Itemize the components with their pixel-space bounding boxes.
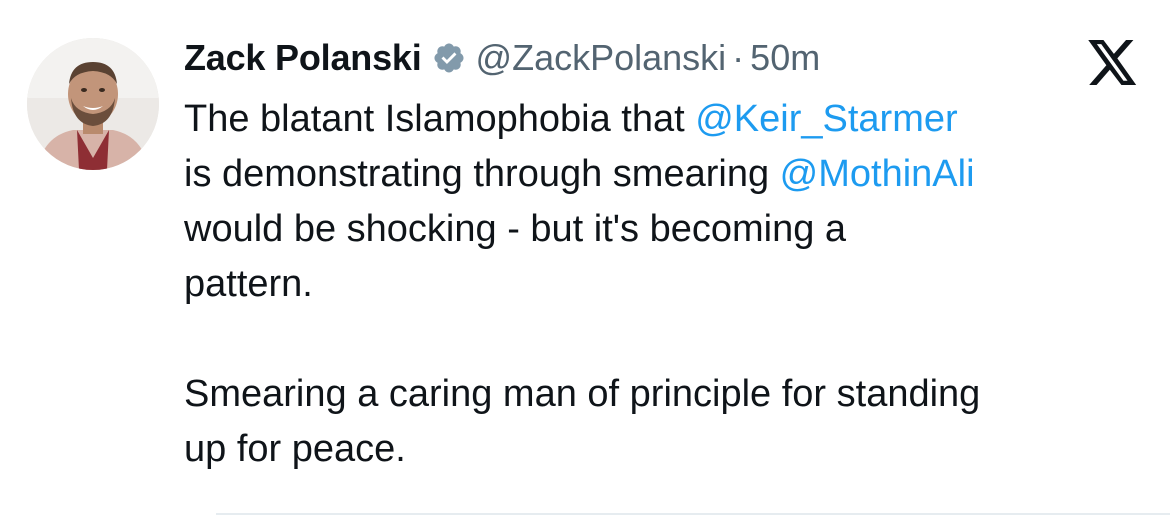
text-line: is demonstrating through smearing @Mothi… bbox=[184, 147, 1144, 202]
mention-link[interactable]: @MothinAli bbox=[780, 153, 975, 195]
author-handle[interactable]: @ZackPolanski bbox=[476, 37, 727, 79]
text-line: would be shocking - but it's becoming a bbox=[184, 208, 847, 250]
avatar[interactable] bbox=[27, 38, 159, 170]
text-line: The blatant Islamophobia that @Keir_Star… bbox=[184, 92, 1144, 147]
mention-link[interactable]: @Keir_Starmer bbox=[695, 98, 957, 140]
tweet-header: Zack Polanski @ZackPolanski · 50m bbox=[184, 34, 820, 82]
x-logo-icon[interactable] bbox=[1087, 40, 1139, 86]
timestamp[interactable]: 50m bbox=[750, 37, 820, 79]
text-line: Smearing a caring man of principle for s… bbox=[184, 373, 981, 415]
text-segment: The blatant Islamophobia that bbox=[184, 98, 696, 140]
text-line: up for peace. bbox=[184, 428, 406, 470]
tweet-text: The blatant Islamophobia that @Keir_Star… bbox=[184, 92, 1144, 477]
tweet-card[interactable]: Zack Polanski @ZackPolanski · 50m The bl… bbox=[0, 0, 1170, 517]
text-segment: is demonstrating through smearing bbox=[184, 153, 780, 195]
separator-dot: · bbox=[732, 37, 745, 78]
verified-badge-icon bbox=[432, 41, 466, 75]
profile-photo bbox=[27, 38, 159, 170]
divider bbox=[216, 513, 1170, 515]
author-name[interactable]: Zack Polanski bbox=[184, 37, 422, 79]
text-line: pattern. bbox=[184, 263, 313, 305]
